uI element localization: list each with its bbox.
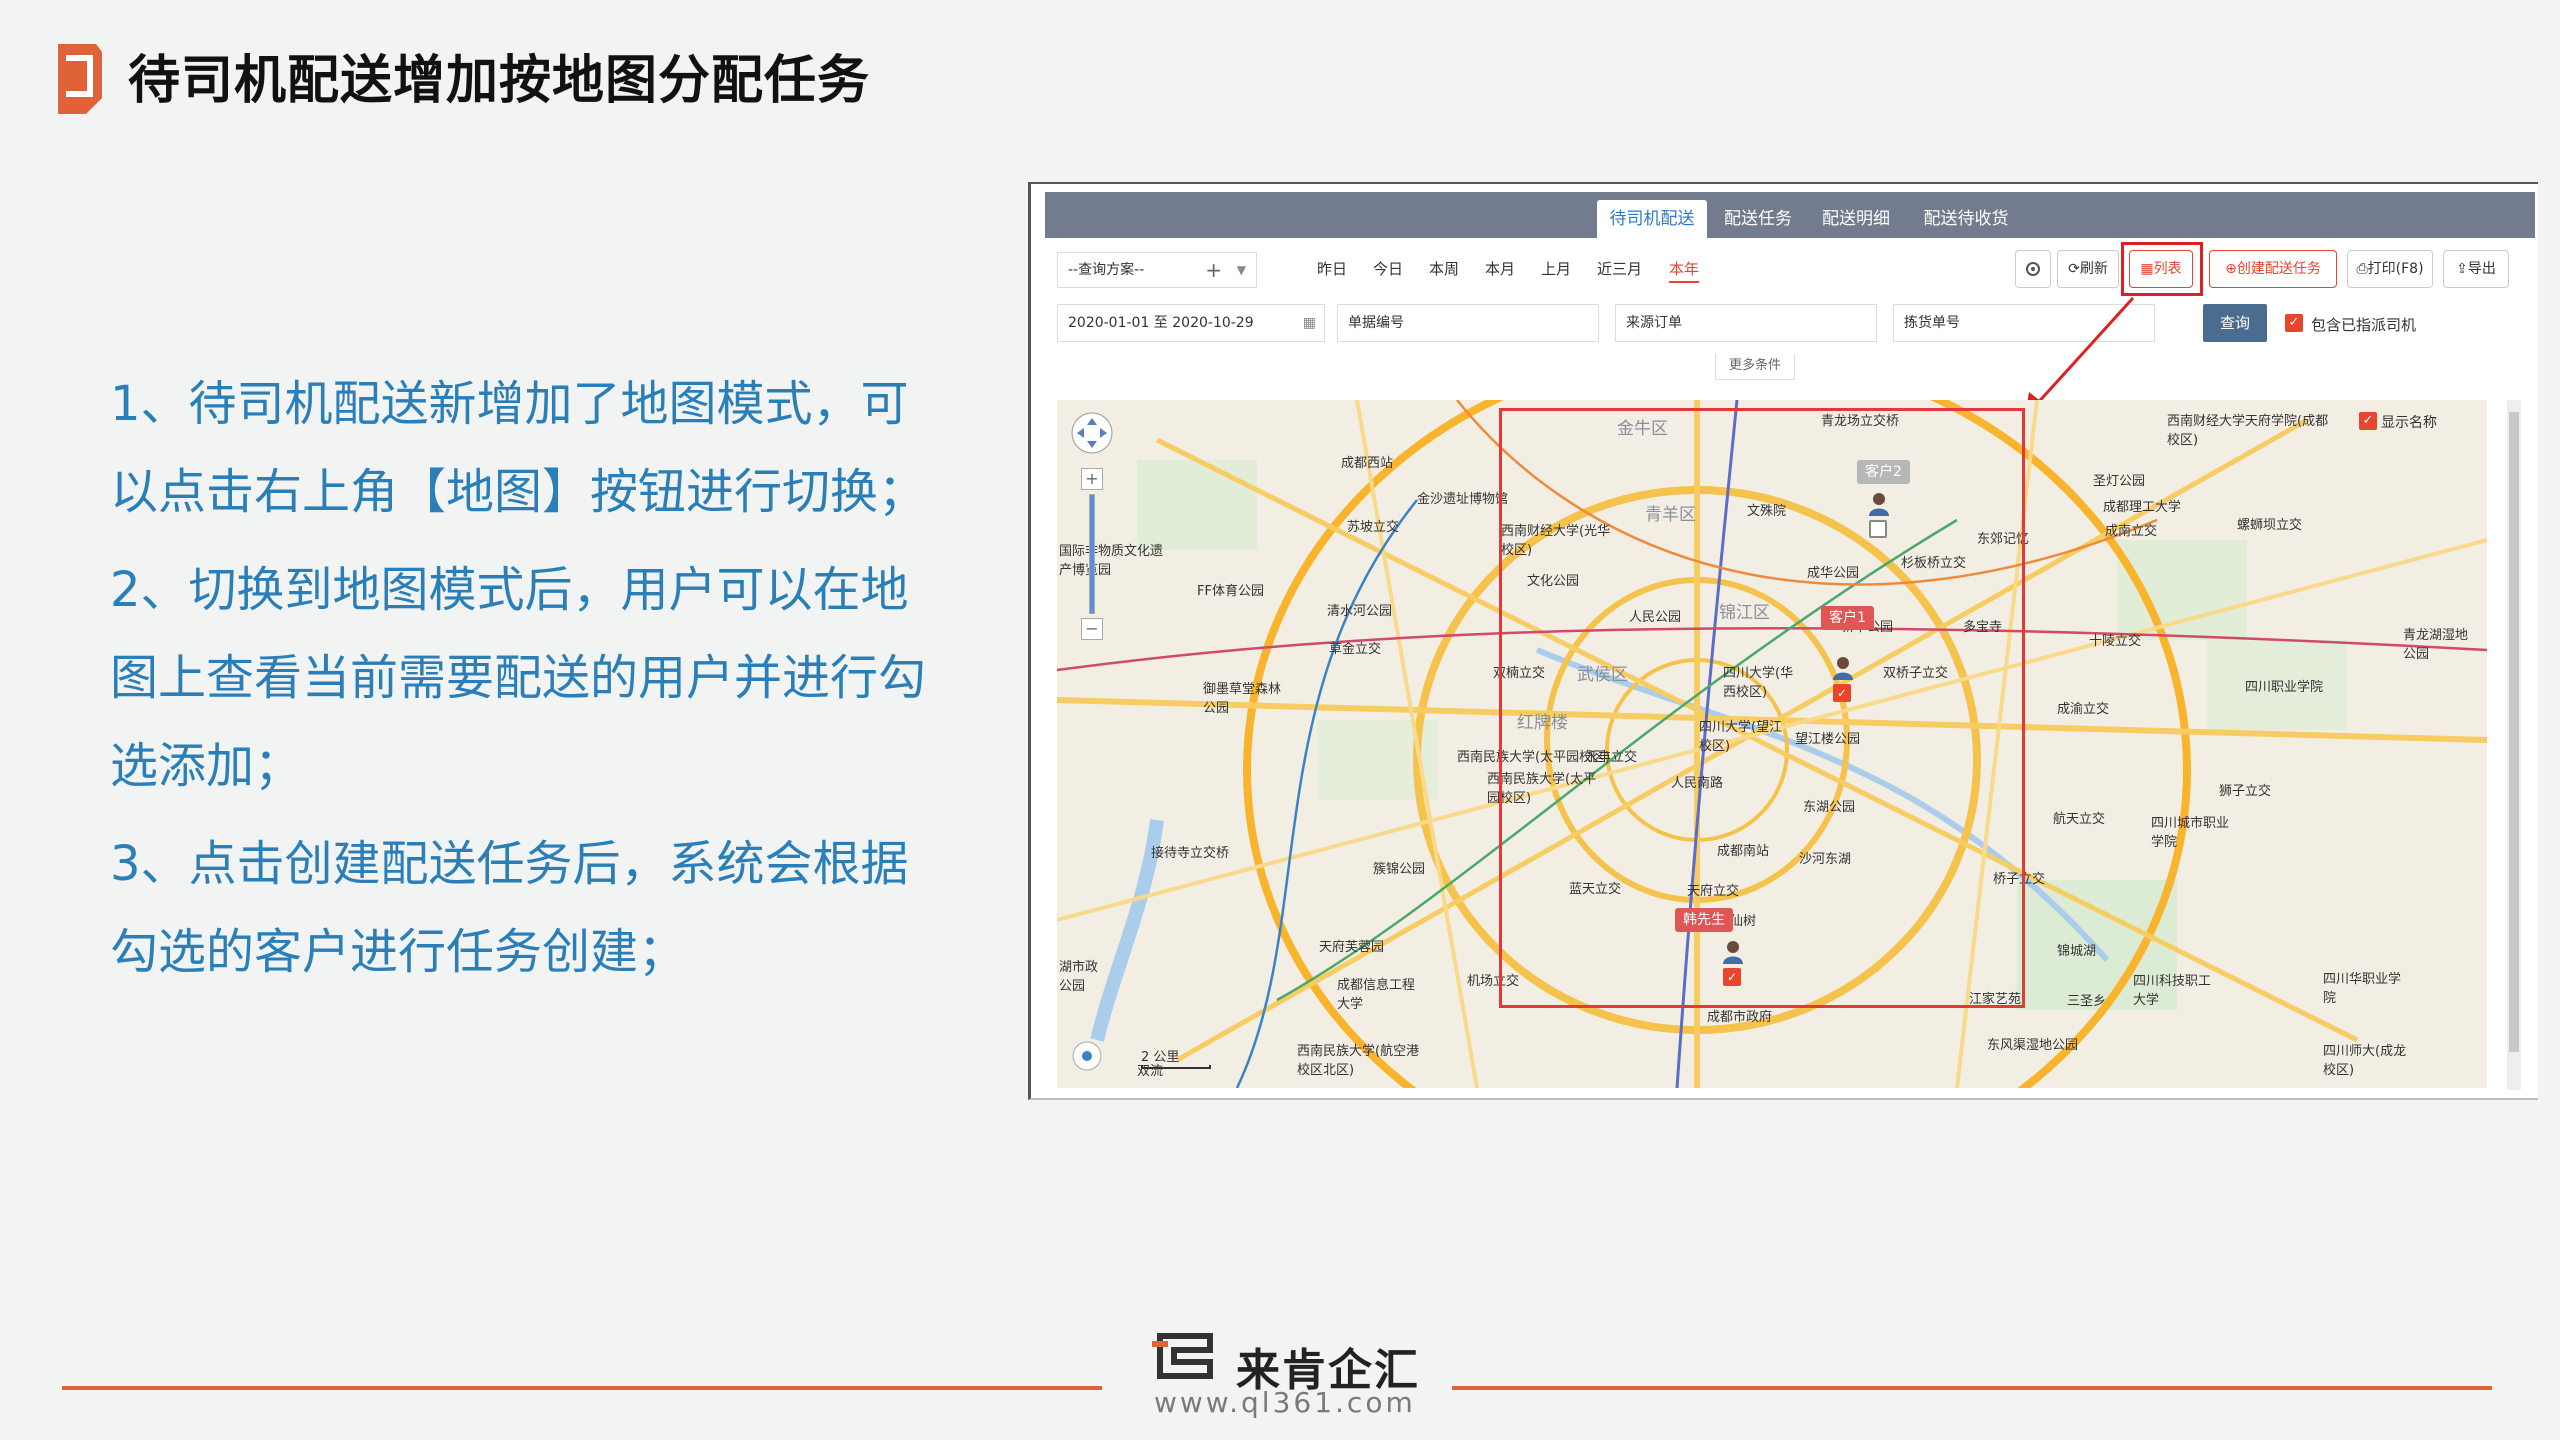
pan-control-icon[interactable] [1069, 410, 1115, 456]
include-assigned-label: 包含已指派司机 [2311, 316, 2417, 334]
quick-date-this-week[interactable]: 本周 [1429, 258, 1459, 279]
app-screenshot: 待司机配送 配送任务 配送明细 配送待收货 --查询方案-- + ▼ 昨日 今日… [1028, 182, 2538, 1100]
print-label: 打印(F8) [2367, 261, 2424, 277]
map-view[interactable]: 金牛区 青羊区 锦江区 武侯区 成都西站 金沙遗址博物馆 苏坡立交 西南财经大学… [1057, 400, 2487, 1088]
map-label: 成都信息工程大学 [1337, 978, 1416, 1012]
tab-pending-driver[interactable]: 待司机配送 [1597, 200, 1707, 238]
show-name-checkbox[interactable]: ✓ [2359, 412, 2377, 430]
map-label: 青龙湖湿地公园 [2403, 628, 2469, 662]
tab-bar: 待司机配送 配送任务 配送明细 配送待收货 [1045, 192, 2535, 238]
map-label: 圣灯公园 [2093, 474, 2146, 489]
map-label: 狮子立交 [2219, 784, 2272, 799]
export-icon: ⇪ [2456, 261, 2468, 277]
map-label: 苏坡立交 [1347, 520, 1400, 535]
map-label: 东风渠湿地公园 [1987, 1038, 2079, 1053]
map-zoom-control: + − [1069, 410, 1115, 640]
map-label: 接待寺立交桥 [1151, 846, 1230, 861]
plus-icon[interactable]: + [1205, 253, 1222, 287]
quick-date-last-month[interactable]: 上月 [1541, 258, 1571, 279]
map-label: 锦城湖 [2057, 944, 2097, 959]
include-assigned-checkbox[interactable]: ✓ [2285, 314, 2303, 332]
map-label: FF体育公园 [1197, 584, 1264, 599]
date-range-input[interactable]: 2020-01-01 至 2020-10-29 ▦ [1057, 304, 1325, 342]
slide-logo-icon [58, 44, 102, 114]
zoom-in-icon[interactable]: + [1081, 468, 1103, 490]
show-name-label: 显示名称 [2381, 415, 2437, 431]
calendar-icon[interactable]: ▦ [1303, 305, 1316, 341]
source-order-input[interactable]: 来源订单 [1615, 304, 1877, 342]
settings-button[interactable] [2015, 250, 2051, 288]
page-title: 待司机配送增加按地图分配任务 [128, 51, 871, 111]
map-label: 三圣乡 [2067, 994, 2107, 1009]
map-label: 金沙遗址博物馆 [1417, 492, 1509, 507]
map-label: 成南立交 [2105, 524, 2158, 539]
create-task-button[interactable]: ⊕创建配送任务 [2209, 250, 2337, 288]
quick-date-yesterday[interactable]: 昨日 [1317, 258, 1347, 279]
query-button[interactable]: 查询 [2203, 304, 2267, 342]
map-label: 清水河公园 [1327, 604, 1393, 619]
map-label: 四川城市职业学院 [2151, 816, 2230, 850]
query-scheme-label: --查询方案-- [1068, 262, 1145, 278]
map-label: 四川华职业学院 [2323, 972, 2402, 1006]
query-scheme-select[interactable]: --查询方案-- + ▼ [1057, 252, 1257, 288]
map-label: 御墨草堂森林公园 [1203, 682, 1282, 716]
map-scale-label: 2 公里 [1141, 1050, 1180, 1065]
locate-icon[interactable] [1071, 1040, 1103, 1072]
print-button[interactable]: ⎙打印(F8) [2347, 250, 2433, 288]
gear-icon [2026, 262, 2040, 276]
create-task-label: 创建配送任务 [2236, 261, 2321, 277]
highlight-box-list [2121, 242, 2203, 296]
map-label: 西南财经大学天府学院(成都校区) [2167, 414, 2329, 448]
refresh-label: 刷新 [2079, 261, 2108, 277]
refresh-icon: ⟳ [2068, 261, 2080, 277]
map-label: 湖市政公园 [1059, 960, 1099, 994]
zoom-out-icon[interactable]: − [1081, 618, 1103, 640]
map-label: 航天立交 [2053, 812, 2106, 827]
export-button[interactable]: ⇪导出 [2443, 250, 2509, 288]
printer-icon: ⎙ [2356, 261, 2368, 277]
brand-logo-icon [1152, 1333, 1213, 1379]
map-label: 天府芙蓉园 [1319, 940, 1385, 955]
quick-date-today[interactable]: 今日 [1373, 258, 1403, 279]
quick-date-this-year[interactable]: 本年 [1669, 258, 1700, 283]
export-label: 导出 [2467, 261, 2496, 277]
map-scale-bar [1141, 1065, 1211, 1069]
refresh-button[interactable]: ⟳刷新 [2057, 250, 2119, 288]
tab-delivery-task[interactable]: 配送任务 [1713, 200, 1803, 238]
scrollbar-thumb[interactable] [2509, 412, 2519, 1052]
quick-date-this-month[interactable]: 本月 [1485, 258, 1515, 279]
date-range-value: 2020-01-01 至 2020-10-29 [1068, 315, 1254, 331]
quick-date-last-3-months[interactable]: 近三月 [1597, 258, 1642, 279]
map-scale: 2 公里 [1141, 1046, 1211, 1069]
bullet-1: 1、待司机配送新增加了地图模式，可以点击右上角【地图】按钮进行切换； [110, 376, 927, 520]
chevron-down-icon[interactable]: ▼ [1237, 253, 1246, 287]
zoom-slider[interactable] [1089, 494, 1095, 614]
map-label: 草金立交 [1329, 642, 1382, 657]
scrollbar[interactable] [2507, 400, 2521, 1090]
more-conditions-button[interactable]: 更多条件 [1715, 354, 1795, 380]
map-label: 簇锦公园 [1373, 862, 1426, 877]
map-label: 西南民族大学(航空港校区北区) [1297, 1044, 1420, 1078]
footer-line-right [1452, 1386, 2492, 1390]
bullet-2: 2、切换到地图模式后，用户可以在地图上查看当前需要配送的用户并进行勾选添加； [110, 562, 927, 794]
map-label: 十陵立交 [2089, 634, 2142, 649]
order-no-input[interactable]: 单据编号 [1337, 304, 1599, 342]
tab-delivery-receive[interactable]: 配送待收货 [1911, 200, 2021, 238]
plus-circle-icon: ⊕ [2225, 261, 2237, 277]
footer-line-left [62, 1386, 1102, 1390]
map-label: 螺蛳坝立交 [2237, 518, 2303, 533]
map-label: 成渝立交 [2057, 702, 2110, 717]
tab-delivery-detail[interactable]: 配送明细 [1811, 200, 1901, 238]
bullet-list: 1、待司机配送新增加了地图模式，可以点击右上角【地图】按钮进行切换； 2、切换到… [110, 360, 950, 1006]
map-label: 成都西站 [1341, 456, 1394, 471]
map-label: 成都理工大学 [2103, 500, 2182, 515]
brand-url: www.ql361.com [1154, 1386, 1416, 1419]
selection-rectangle [1499, 408, 2025, 1008]
map-label: 成都市政府 [1707, 1010, 1773, 1025]
map-label: 四川职业学院 [2245, 680, 2324, 695]
bullet-3: 3、点击创建配送任务后，系统会根据勾选的客户进行任务创建； [110, 836, 909, 980]
map-label: 四川师大(成龙校区) [2323, 1044, 2407, 1078]
map-label: 四川科技职工大学 [2133, 974, 2212, 1008]
